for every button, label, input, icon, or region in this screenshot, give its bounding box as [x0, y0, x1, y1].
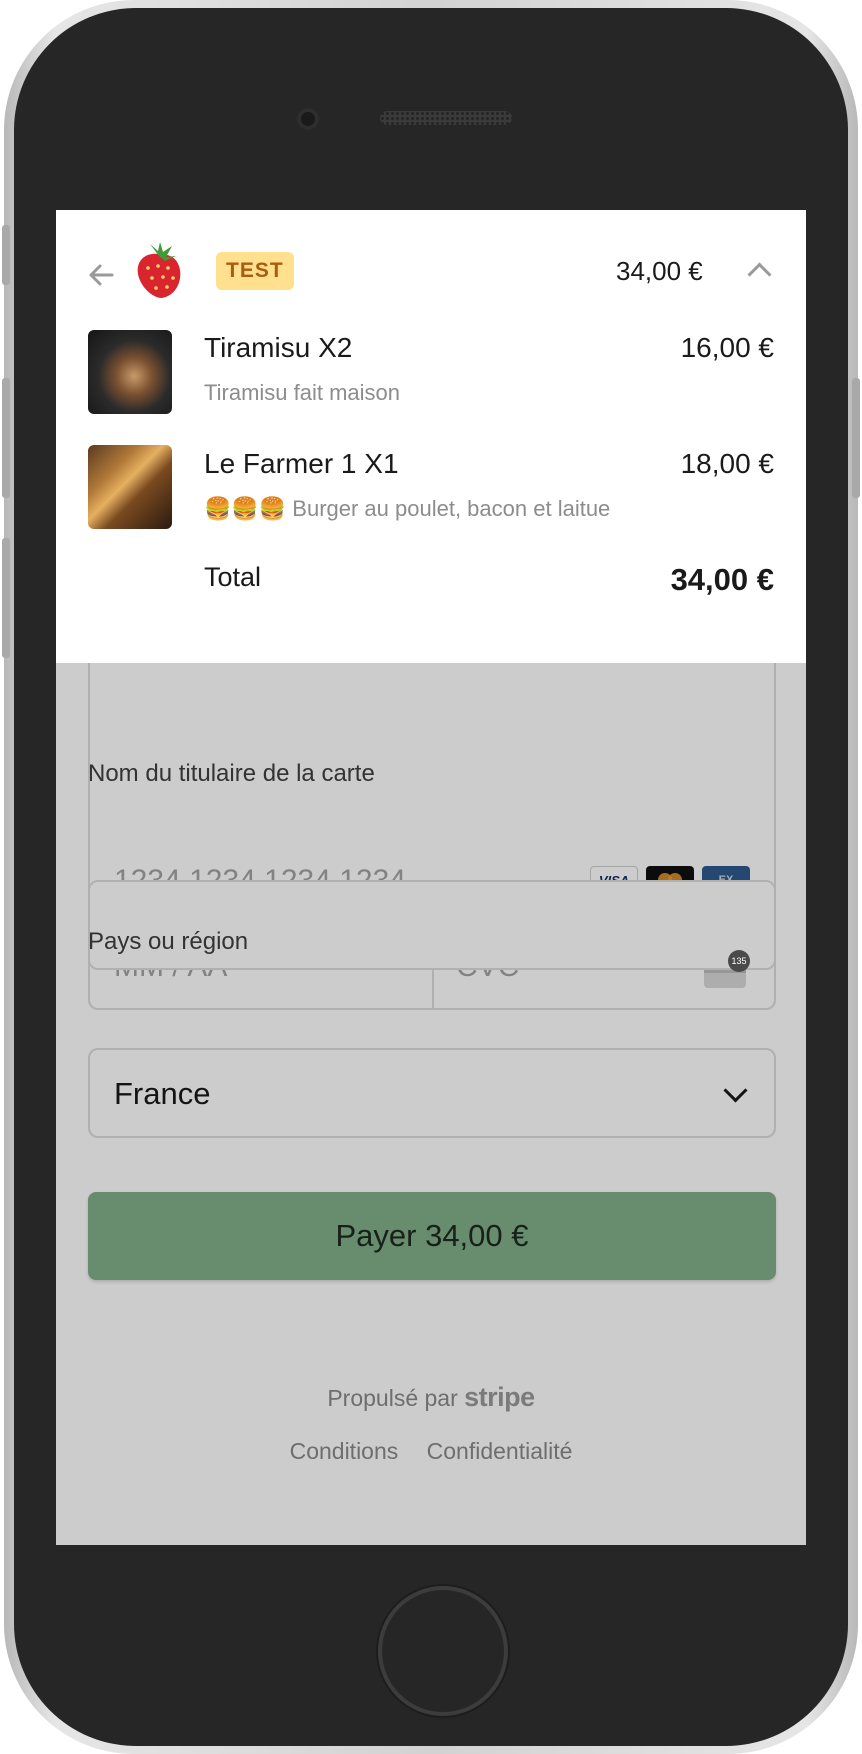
power-button [852, 378, 860, 498]
item-name: Tiramisu X2 [204, 332, 353, 363]
tiramisu-thumbnail [88, 330, 172, 414]
item-name: Le Farmer 1 X1 [204, 448, 399, 479]
volume-up-button [2, 378, 10, 498]
volume-down-button [2, 538, 10, 658]
burger-thumbnail [88, 445, 172, 529]
cvc-hint-badge: 135 [728, 950, 750, 972]
total-label: Total [204, 562, 262, 592]
back-arrow-icon[interactable] [86, 260, 116, 290]
total-value: 34,00 € [670, 562, 774, 597]
item-description: 🍔🍔🍔 Burger au poulet, bacon et laitue [204, 496, 611, 521]
order-summary-sheet: TEST 34,00 € Tiramisu X2 Tiramisu fait m… [56, 210, 806, 663]
header-total: 34,00 € [616, 256, 703, 286]
home-button[interactable] [378, 1586, 508, 1716]
earpiece-speaker [380, 111, 512, 125]
front-camera [297, 108, 319, 130]
item-price: 18,00 € [680, 448, 774, 479]
test-mode-badge: TEST [216, 252, 294, 290]
item-description: Tiramisu fait maison [204, 380, 401, 405]
silent-switch [2, 225, 10, 285]
item-price: 16,00 € [680, 332, 774, 363]
screen: 1234 1234 1234 1234 VISA EX MM / AA CVC … [56, 210, 806, 1545]
chevron-up-icon[interactable] [747, 262, 772, 287]
strawberry-logo-icon [137, 242, 181, 298]
